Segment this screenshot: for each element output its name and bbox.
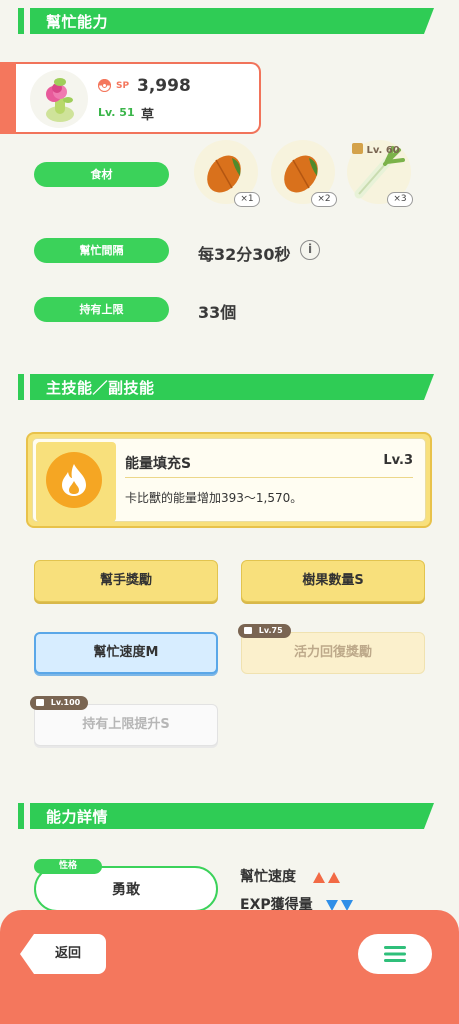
- lock-icon: [244, 627, 252, 634]
- stat-up-arrows-icon: [313, 868, 343, 887]
- section-title: 能力詳情: [46, 808, 109, 826]
- ingredient-slot-2[interactable]: ×2: [271, 140, 337, 207]
- section-header-skills: 主技能／副技能: [18, 374, 434, 400]
- skill-divider: [125, 477, 413, 478]
- sub-skill-3-button[interactable]: 幫忙速度M: [34, 632, 218, 674]
- ingredient-count: ×3: [387, 192, 413, 207]
- unlock-level-badge: Lv. 60: [352, 143, 400, 156]
- main-skill-name: 能量填充S: [125, 456, 192, 472]
- capacity-value: 33個: [198, 303, 237, 322]
- header-accent-bar: [18, 374, 24, 400]
- nature-up-label: 幫忙速度: [240, 869, 296, 885]
- main-skill-inner: 能量填充S Lv.3 卡比獸的能量增加393～1,570。: [32, 438, 426, 522]
- section-header-details: 能力詳情: [18, 803, 434, 829]
- unlock-level-text: Lv. 60: [366, 145, 400, 156]
- lock-level-text: Lv.100: [50, 698, 81, 707]
- pokemon-icon: [30, 70, 88, 128]
- sp-label: SP: [116, 81, 130, 91]
- pokemon-card[interactable]: SP 3,998 Lv. 51 草: [0, 62, 261, 134]
- ingredient-slot-1[interactable]: ×1: [194, 140, 260, 207]
- lock-icon: [352, 143, 363, 154]
- sp-value: 3,998: [137, 76, 191, 96]
- ingredients-label: 食材: [34, 162, 169, 187]
- header-accent-bar: [18, 803, 24, 829]
- section-title: 幫忙能力: [46, 13, 109, 31]
- section-title: 主技能／副技能: [46, 379, 155, 397]
- capacity-label: 持有上限: [34, 297, 169, 322]
- nature-tag: 性格: [34, 859, 102, 874]
- sub-skill-2-button[interactable]: 樹果數量S: [241, 560, 425, 602]
- ingredient-count: ×2: [311, 192, 337, 207]
- back-button[interactable]: 返回: [20, 934, 106, 974]
- main-skill-level: Lv.3: [383, 453, 413, 468]
- interval-value: 每32分30秒: [198, 245, 291, 264]
- pokemon-level: Lv. 51: [98, 106, 135, 119]
- lock-badge-lv75: Lv.75: [238, 624, 291, 638]
- main-skill-card[interactable]: 能量填充S Lv.3 卡比獸的能量增加393～1,570。: [26, 432, 432, 528]
- sub-skill-4-button[interactable]: 活力回復獎勵: [241, 632, 425, 674]
- pokeball-icon: [98, 79, 111, 92]
- card-stripe: [0, 62, 16, 134]
- info-icon[interactable]: i: [300, 240, 320, 260]
- main-skill-description: 卡比獸的能量增加393～1,570。: [125, 491, 303, 505]
- hamburger-menu-icon: [384, 946, 406, 962]
- lock-badge-lv100: Lv.100: [30, 696, 89, 710]
- section-header-help-ability: 幫忙能力: [18, 8, 434, 34]
- sub-skill-1-button[interactable]: 幫手獎勵: [34, 560, 218, 602]
- skill-icon-frame: [36, 442, 116, 522]
- sub-skill-5-button[interactable]: 持有上限提升S: [34, 704, 218, 746]
- fire-icon: [46, 452, 102, 508]
- header-accent-bar: [18, 8, 24, 34]
- lock-icon: [36, 699, 44, 706]
- menu-button[interactable]: [358, 934, 432, 974]
- lock-level-text: Lv.75: [258, 626, 283, 635]
- ingredient-count: ×1: [234, 192, 260, 207]
- pokemon-type: 草: [141, 108, 155, 123]
- interval-label: 幫忙間隔: [34, 238, 169, 263]
